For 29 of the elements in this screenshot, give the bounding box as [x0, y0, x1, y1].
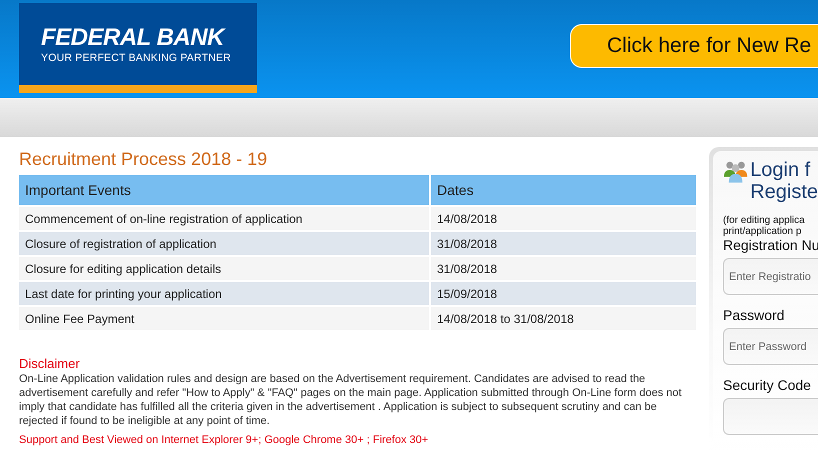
login-note: (for editing applica — [723, 215, 806, 226]
table-cell: Closure of registration of application — [19, 231, 430, 256]
login-title: Registe — [750, 181, 818, 203]
table-cell: Online Fee Payment — [19, 306, 430, 330]
field-label: Password — [723, 307, 786, 323]
section-title: Recruitment Process 2018 - 19 — [19, 149, 268, 169]
field-label: Security Code — [723, 377, 812, 393]
disclaimer-text: On-Line Application validation rules and design are based on the Advertisement requirement. Candidates are advised to read the advertisement carefully and refer "How to Apply" & "FAQ" pages on the main page. Application submitted through On-Line form does not imply that candidate has fulfilled all the criteria given in the advertisement . Application is subject to subsequent scrutiny and can be rejected if found to be ineligible at any point of time. — [19, 372, 683, 428]
table-cell: 14/08/2018 — [430, 206, 697, 231]
login-title: Login f — [750, 159, 812, 181]
logo-tagline: YOUR PERFECT BANKING PARTNER — [41, 52, 232, 64]
users-icon — [723, 159, 748, 183]
input-field[interactable] — [723, 398, 818, 435]
browser-support-note: Support and Best Viewed on Internet Explorer 9+; Google Chrome 30+ ; Firefox 30+ — [19, 434, 430, 447]
table-cell: 14/08/2018 to 31/08/2018 — [430, 306, 697, 330]
column-header: Dates — [430, 175, 697, 206]
table-cell: Commencement of on-line registration of application — [19, 206, 430, 231]
disclaimer-title: Disclaimer — [19, 356, 81, 371]
table-cell: 15/09/2018 — [430, 281, 697, 306]
input-field[interactable]: Enter Registratio — [723, 258, 818, 295]
input-field[interactable]: Enter Password — [723, 328, 818, 365]
table-cell: 31/08/2018 — [430, 231, 697, 256]
login-note: print/application p — [723, 226, 802, 237]
column-header: Important Events — [19, 175, 430, 206]
table-cell: Closure for editing application details — [19, 256, 430, 281]
table-cell: Last date for printing your application — [19, 281, 430, 306]
logo-name: FEDERAL BANK — [41, 24, 227, 52]
table-cell: 31/08/2018 — [430, 256, 697, 281]
new-registration-button[interactable]: Click here for New Re — [570, 24, 818, 68]
